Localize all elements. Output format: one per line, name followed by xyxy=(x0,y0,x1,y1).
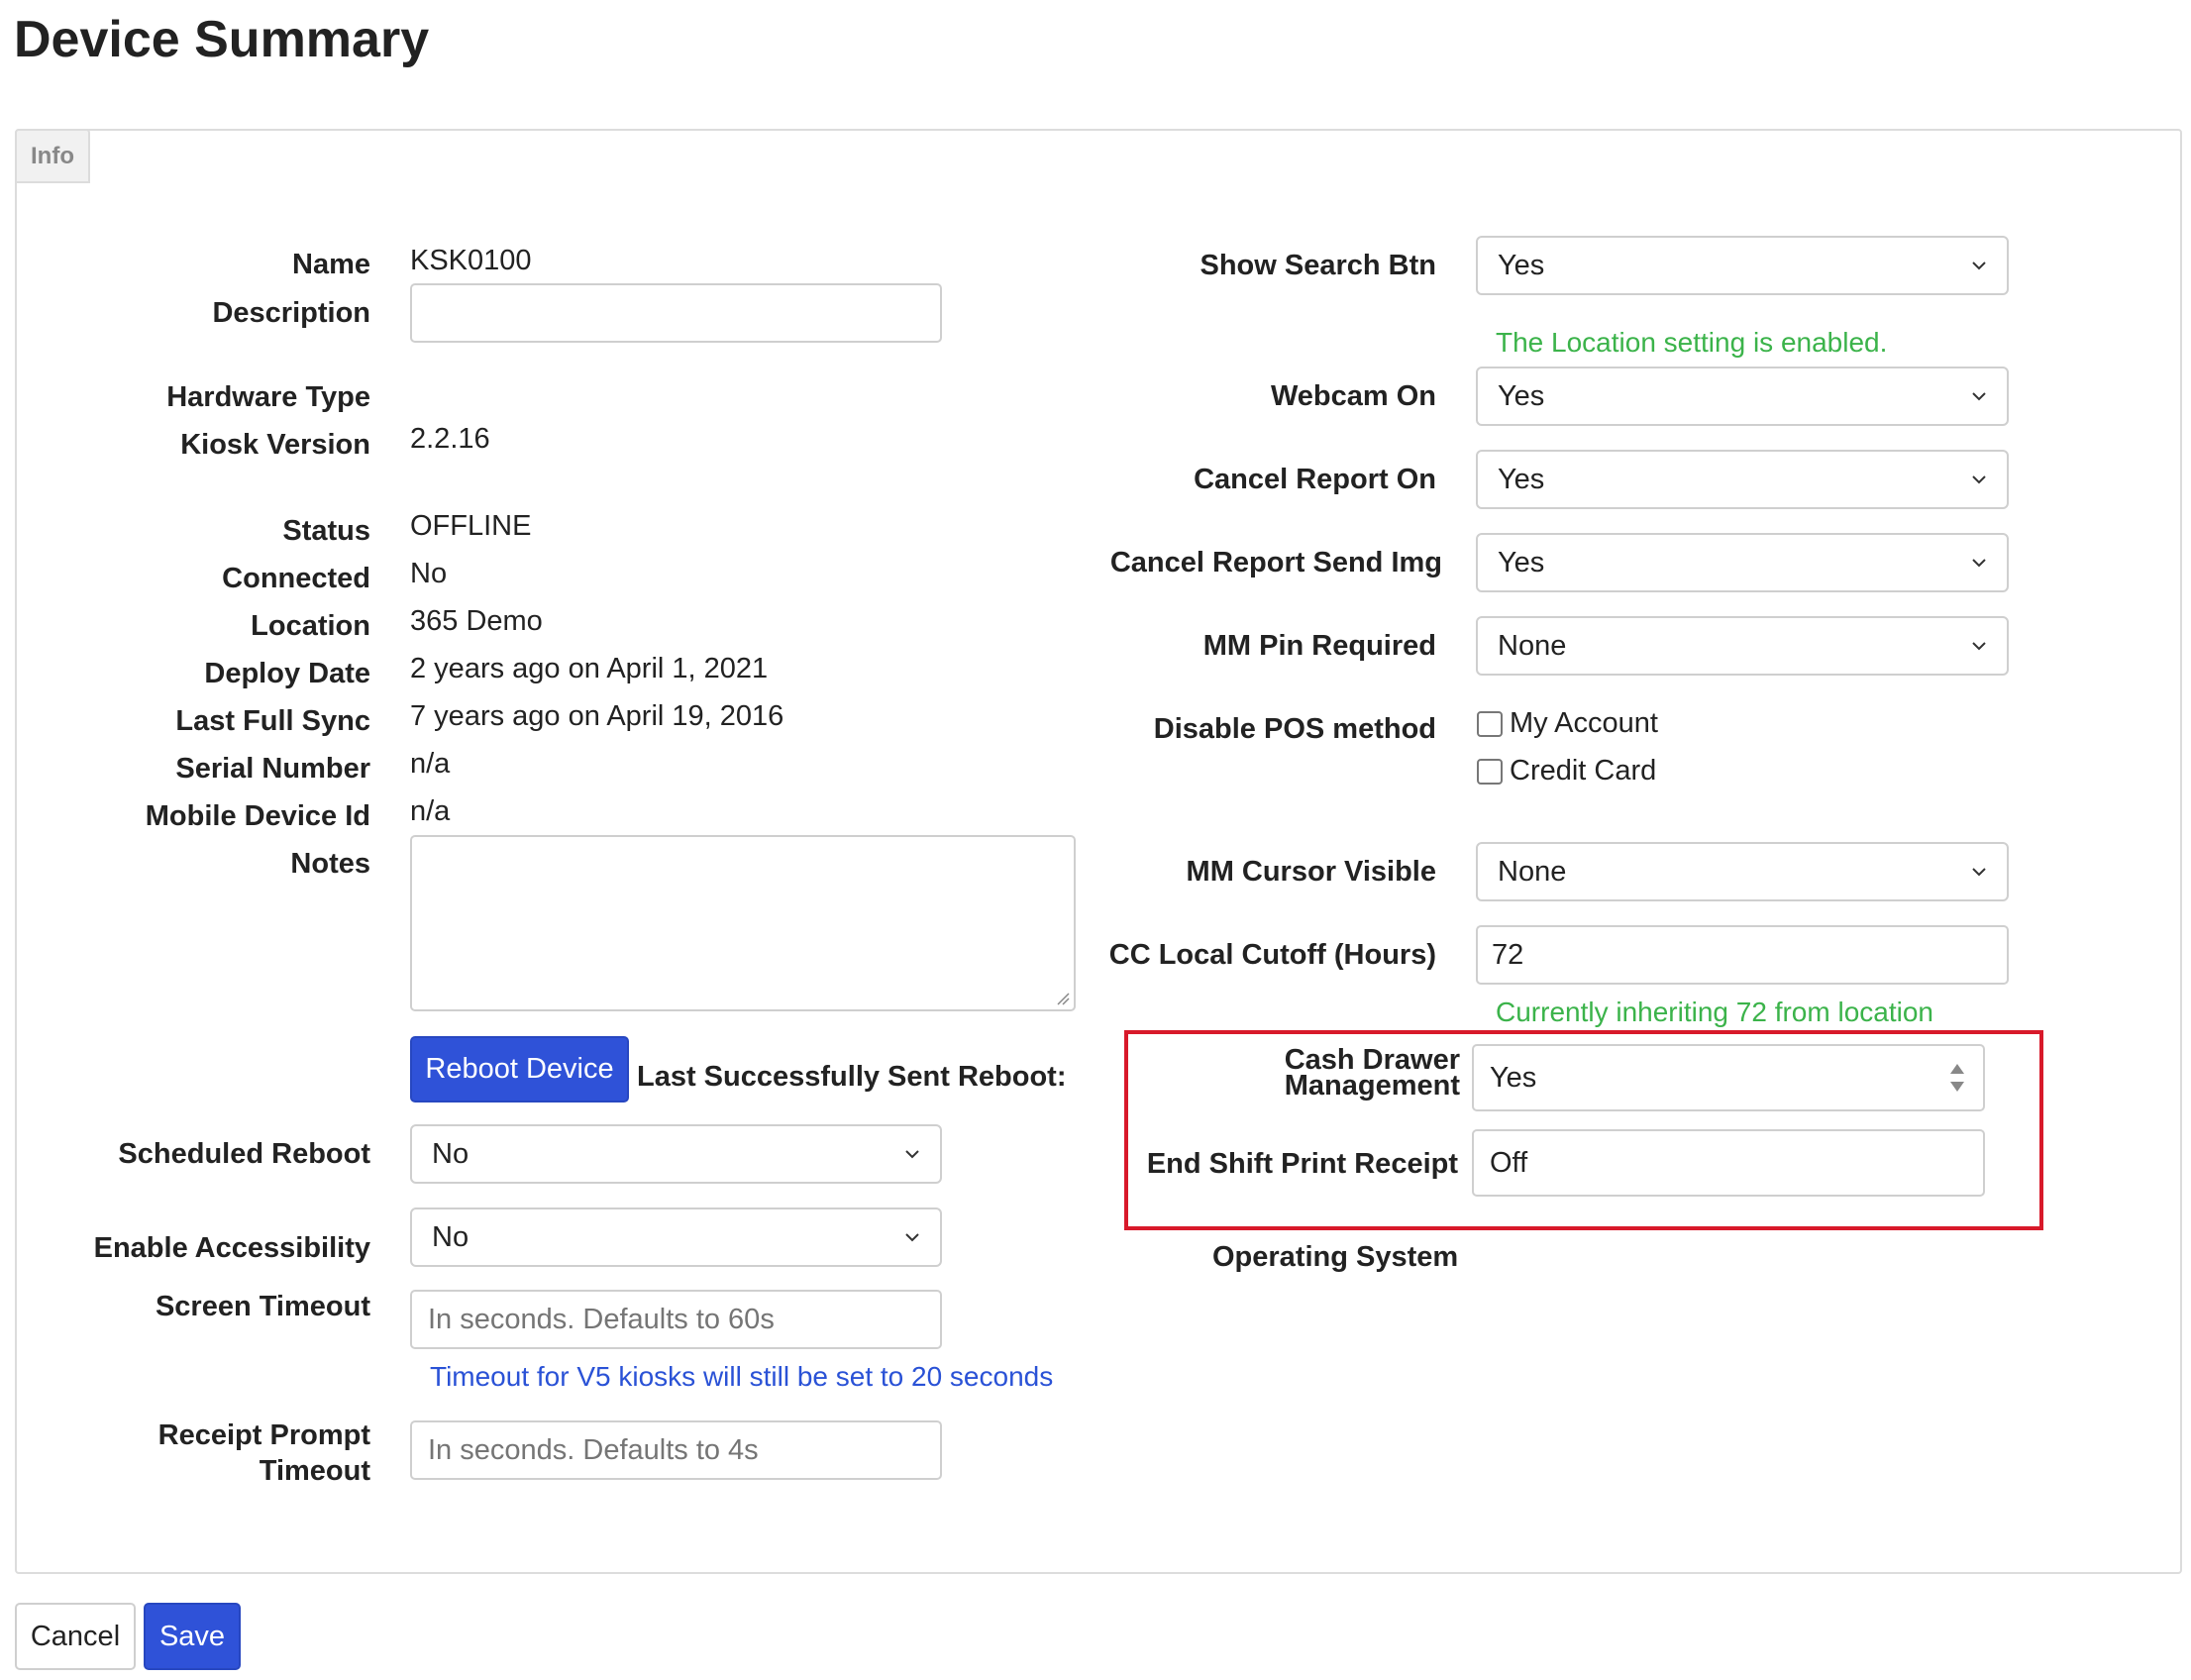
screen-timeout-label: Screen Timeout xyxy=(155,1291,370,1322)
connected-label: Connected xyxy=(222,563,370,594)
end-shift-print-receipt-input[interactable]: Off xyxy=(1472,1129,1985,1197)
notes-textarea[interactable] xyxy=(410,835,1076,1011)
notes-label: Notes xyxy=(290,848,370,880)
scheduled-reboot-value: No xyxy=(432,1137,470,1170)
my-account-label: My Account xyxy=(1510,707,1658,739)
last-full-sync-label: Last Full Sync xyxy=(175,705,370,737)
deploy-date-value: 2 years ago on April 1, 2021 xyxy=(410,653,769,684)
chevron-down-icon xyxy=(1972,642,1986,651)
end-shift-print-receipt-label: End Shift Print Receipt xyxy=(1146,1148,1458,1180)
deploy-date-label: Deploy Date xyxy=(204,658,370,689)
name-label: Name xyxy=(292,249,370,280)
show-search-btn-select[interactable]: Yes xyxy=(1476,236,2009,295)
mm-pin-required-value: None xyxy=(1498,629,1567,662)
kiosk-version-value: 2.2.16 xyxy=(410,423,490,455)
hardware-type-label: Hardware Type xyxy=(166,381,370,413)
enable-accessibility-select[interactable]: No xyxy=(410,1208,942,1267)
chevron-down-icon xyxy=(1972,868,1986,877)
mm-cursor-visible-value: None xyxy=(1498,855,1567,888)
mm-pin-required-select[interactable]: None xyxy=(1476,616,2009,676)
kiosk-version-label: Kiosk Version xyxy=(180,429,370,461)
show-search-btn-value: Yes xyxy=(1498,249,1545,281)
resize-grip-icon[interactable] xyxy=(1056,992,1070,1005)
cancel-report-send-img-label: Cancel Report Send Img xyxy=(1109,547,1442,578)
cancel-report-on-select[interactable]: Yes xyxy=(1476,450,2009,509)
chevron-down-icon xyxy=(1972,262,1986,270)
last-sent-reboot-label: Last Successfully Sent Reboot: xyxy=(637,1061,1067,1093)
scheduled-reboot-select[interactable]: No xyxy=(410,1124,942,1184)
screen-timeout-input[interactable] xyxy=(410,1290,942,1349)
chevron-down-icon xyxy=(1972,392,1986,401)
cancel-report-on-label: Cancel Report On xyxy=(1194,464,1436,495)
credit-card-label: Credit Card xyxy=(1510,755,1657,787)
serial-number-label: Serial Number xyxy=(175,753,370,785)
receipt-prompt-timeout-label-2: Timeout xyxy=(259,1455,370,1487)
cancel-report-send-img-value: Yes xyxy=(1498,546,1545,578)
my-account-checkbox[interactable] xyxy=(1477,711,1503,737)
location-value: 365 Demo xyxy=(410,605,543,637)
description-label: Description xyxy=(212,297,370,329)
up-down-arrows-icon[interactable] xyxy=(1947,1059,1967,1097)
chevron-down-icon xyxy=(1972,475,1986,484)
enable-accessibility-value: No xyxy=(432,1220,470,1253)
receipt-prompt-timeout-input[interactable] xyxy=(410,1420,942,1480)
show-search-btn-help: The Location setting is enabled. xyxy=(1496,327,1888,358)
receipt-prompt-timeout-label-1: Receipt Prompt xyxy=(157,1419,370,1451)
name-value: KSK0100 xyxy=(410,245,532,276)
description-input[interactable] xyxy=(410,283,942,343)
cancel-report-send-img-select[interactable]: Yes xyxy=(1476,533,2009,592)
chevron-down-icon xyxy=(905,1233,919,1242)
status-value: OFFLINE xyxy=(410,510,532,542)
cc-local-cutoff-label: CC Local Cutoff (Hours) xyxy=(1108,939,1436,971)
status-label: Status xyxy=(282,515,370,547)
show-search-btn-label: Show Search Btn xyxy=(1200,250,1437,281)
cash-drawer-management-value: Yes xyxy=(1490,1061,1537,1094)
webcam-on-label: Webcam On xyxy=(1270,380,1436,412)
mm-cursor-visible-select[interactable]: None xyxy=(1476,842,2009,901)
reboot-device-button[interactable]: Reboot Device xyxy=(410,1036,629,1102)
scheduled-reboot-label: Scheduled Reboot xyxy=(118,1138,370,1170)
chevron-down-icon xyxy=(1972,559,1986,568)
cc-local-cutoff-input[interactable]: 72 xyxy=(1476,925,2009,985)
mm-cursor-visible-label: MM Cursor Visible xyxy=(1186,856,1436,888)
mobile-device-id-label: Mobile Device Id xyxy=(145,800,370,832)
cc-local-cutoff-help: Currently inheriting 72 from location xyxy=(1496,997,1933,1027)
credit-card-checkbox[interactable] xyxy=(1477,759,1503,785)
save-button[interactable]: Save xyxy=(144,1603,241,1670)
webcam-on-select[interactable]: Yes xyxy=(1476,367,2009,426)
disable-pos-method-label: Disable POS method xyxy=(1153,713,1436,745)
cancel-button[interactable]: Cancel xyxy=(15,1603,136,1670)
webcam-on-value: Yes xyxy=(1498,379,1545,412)
page-title: Device Summary xyxy=(14,11,430,68)
chevron-down-icon xyxy=(905,1150,919,1159)
operating-system-label: Operating System xyxy=(1212,1241,1459,1273)
screen-timeout-help: Timeout for V5 kiosks will still be set … xyxy=(430,1361,1054,1392)
mobile-device-id-value: n/a xyxy=(410,795,451,827)
mm-pin-required-label: MM Pin Required xyxy=(1202,630,1436,662)
cash-drawer-label-2: Management xyxy=(1284,1070,1460,1102)
serial-number-value: n/a xyxy=(410,748,451,780)
location-label: Location xyxy=(251,610,370,642)
cancel-report-on-value: Yes xyxy=(1498,463,1545,495)
enable-accessibility-label: Enable Accessibility xyxy=(93,1232,370,1264)
last-full-sync-value: 7 years ago on April 19, 2016 xyxy=(410,700,784,732)
cash-drawer-management-input[interactable]: Yes xyxy=(1472,1044,1985,1111)
connected-value: No xyxy=(410,558,448,589)
tab-info[interactable]: Info xyxy=(15,129,90,183)
